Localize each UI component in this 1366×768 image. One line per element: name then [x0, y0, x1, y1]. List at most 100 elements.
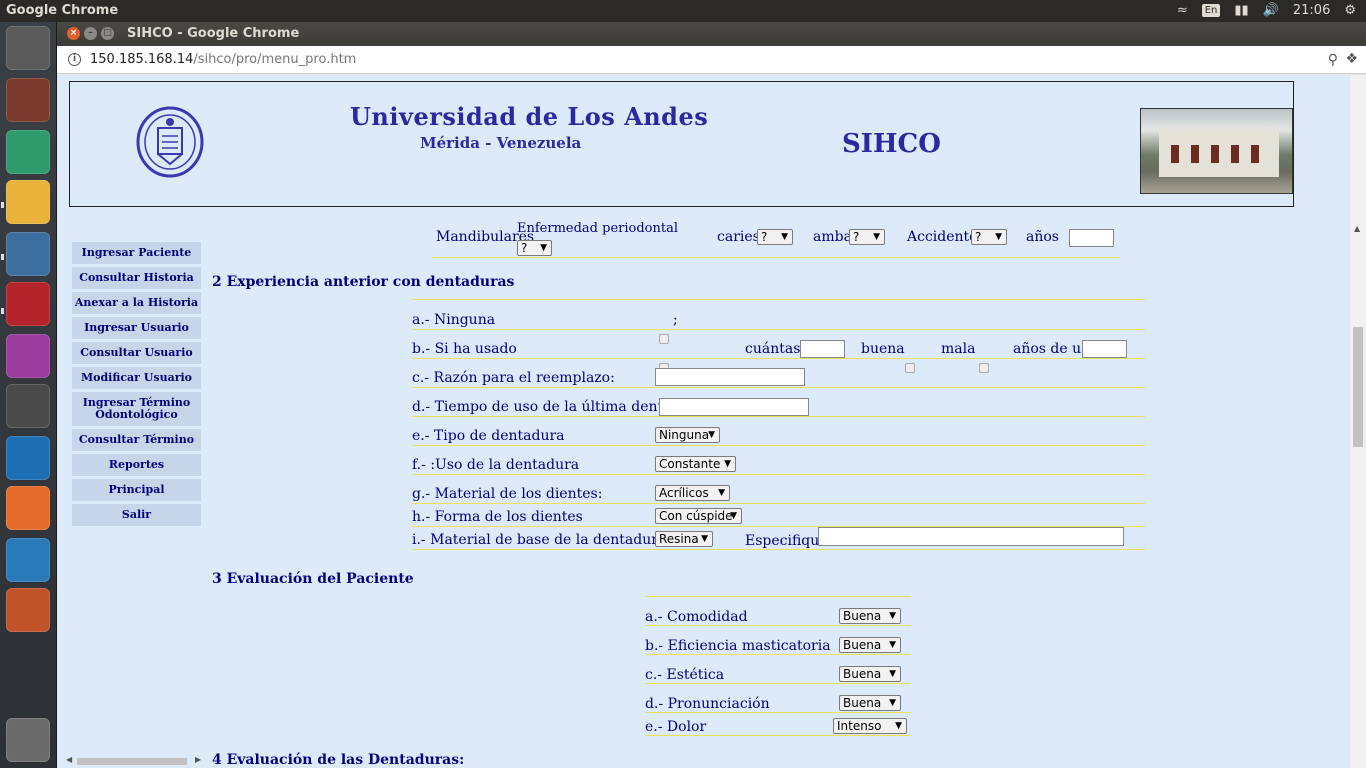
eficiencia-select[interactable]: Buena ▼ [839, 637, 901, 653]
menu-anexar-historia[interactable]: Anexar a la Historia [72, 292, 201, 317]
chevron-down-icon: ▼ [889, 669, 896, 679]
horizontal-scrollbar[interactable]: ◀ ▶ [64, 754, 204, 768]
postman-icon[interactable] [6, 486, 50, 530]
comodidad-select[interactable]: Buena ▼ [839, 608, 901, 624]
dolor-value: Intenso [837, 719, 882, 733]
anos-de-uso-input[interactable] [1082, 340, 1127, 358]
estetica-label: c.- Estética [645, 667, 725, 683]
buena-checkbox[interactable] [905, 363, 915, 373]
enfermedad-periodontal-select[interactable]: ? ▼ [517, 240, 552, 256]
site-info-icon[interactable]: i [68, 53, 81, 66]
campus-photo [1140, 108, 1293, 194]
keyboard-layout-indicator[interactable]: En [1201, 4, 1221, 17]
address-bar[interactable]: i 150.185.168.14/sihco/pro/menu_pro.htm … [57, 46, 1366, 74]
ninguna-label: a.- Ninguna [412, 312, 496, 328]
chevron-down-icon: ▼ [889, 640, 896, 650]
clock[interactable]: 21:06 [1293, 3, 1330, 18]
chevron-down-icon: ▼ [724, 459, 731, 469]
url-text[interactable]: 150.185.168.14/sihco/pro/menu_pro.htm [90, 52, 356, 67]
maximize-window-button[interactable]: □ [101, 27, 114, 40]
menu-reportes[interactable]: Reportes [72, 454, 201, 479]
ubuntu-dash-icon[interactable] [6, 26, 50, 70]
impress-presentation-icon[interactable] [6, 588, 50, 632]
si-ha-usado-label: b.- Si ha usado [412, 341, 517, 357]
files-icon[interactable] [6, 78, 50, 122]
postgres-elephant-icon[interactable] [6, 232, 50, 276]
side-menu: Ingresar Paciente Consultar Historia Ane… [72, 242, 201, 529]
atom-icon[interactable] [6, 130, 50, 174]
menu-ingresar-usuario[interactable]: Ingresar Usuario [72, 317, 201, 342]
buena-label: buena [861, 341, 905, 357]
tipo-dentadura-select[interactable]: Ninguna ▼ [655, 427, 720, 443]
minimize-window-button[interactable]: – [84, 27, 97, 40]
razon-reemplazo-input[interactable] [655, 368, 805, 386]
anos-input[interactable] [1069, 229, 1114, 247]
especifique-textarea[interactable] [818, 527, 1124, 546]
page-content: Universidad de Los Andes Mérida - Venezu… [57, 75, 1350, 768]
chevron-down-icon: ▼ [781, 232, 788, 242]
material-base-select[interactable]: Resina ▼ [655, 531, 713, 547]
university-location: Mérida - Venezuela [420, 134, 582, 152]
menu-principal[interactable]: Principal [72, 479, 201, 504]
ambas-select[interactable]: ? ▼ [849, 229, 885, 245]
vscode-icon[interactable] [6, 436, 50, 480]
material-dientes-select[interactable]: Acrílicos ▼ [655, 485, 730, 501]
forma-dientes-select[interactable]: Con cúspide ▼ [655, 508, 742, 524]
vertical-scrollbar[interactable]: ▲ [1350, 75, 1366, 768]
system-name: SIHCO [842, 129, 941, 159]
extension-pin-icon[interactable]: ❖ [1345, 51, 1358, 67]
university-seal-icon [136, 106, 204, 178]
mala-checkbox[interactable] [979, 363, 989, 373]
launcher [0, 22, 57, 768]
forma-dientes-label: h.- Forma de los dientes [412, 509, 583, 525]
pronunciacion-label: d.- Pronunciación [645, 696, 770, 712]
pronunciacion-select[interactable]: Buena ▼ [839, 695, 901, 711]
sublime-text-icon[interactable] [6, 384, 50, 428]
active-app-title: Google Chrome [6, 3, 119, 18]
scroll-up-arrow-icon[interactable]: ▲ [1354, 224, 1360, 233]
accidente-select[interactable]: ? ▼ [971, 229, 1007, 245]
terminal-red-icon[interactable] [6, 282, 50, 326]
razon-reemplazo-label: c.- Razón para el reemplazo: [412, 370, 615, 386]
estetica-select[interactable]: Buena ▼ [839, 666, 901, 682]
chevron-down-icon: ▼ [718, 488, 725, 498]
uso-dentadura-select[interactable]: Constante ▼ [655, 456, 736, 472]
menu-modificar-usuario[interactable]: Modificar Usuario [72, 367, 201, 392]
dolor-select[interactable]: Intenso ▼ [833, 718, 907, 734]
zoom-icon[interactable]: ⚲ [1328, 52, 1338, 68]
menu-consultar-historia[interactable]: Consultar Historia [72, 267, 201, 292]
chrome-icon[interactable] [6, 180, 50, 224]
chevron-down-icon: ▼ [540, 243, 547, 253]
scroll-right-arrow-icon[interactable]: ▶ [195, 755, 201, 764]
battery-icon[interactable]: ▮▮ [1234, 3, 1248, 18]
menu-ingresar-termino[interactable]: Ingresar Término Odontológico [72, 392, 201, 429]
enfermedad-periodontal-value: ? [521, 241, 528, 255]
scroll-left-arrow-icon[interactable]: ◀ [66, 755, 72, 764]
menu-salir[interactable]: Salir [72, 504, 201, 529]
mala-label: mala [941, 341, 976, 357]
vertical-scroll-thumb[interactable] [1353, 327, 1363, 447]
caries-label: caries [717, 229, 760, 245]
cuantas-input[interactable] [800, 340, 845, 358]
horizontal-scroll-thumb[interactable] [77, 758, 187, 765]
purple-app-icon[interactable] [6, 334, 50, 378]
comodidad-value: Buena [843, 609, 882, 623]
writer-doc-icon[interactable] [6, 538, 50, 582]
ninguna-checkbox[interactable] [659, 334, 669, 344]
tiempo-uso-input[interactable] [659, 398, 809, 416]
material-base-label: i.- Material de base de la dentadura: [412, 532, 672, 548]
wifi-icon[interactable]: ≈ [1177, 3, 1188, 18]
material-dientes-label: g.- Material de los dientes: [412, 486, 603, 502]
volume-icon[interactable]: 🔊 [1263, 3, 1279, 18]
menu-consultar-termino[interactable]: Consultar Término [72, 429, 201, 454]
browser-window: × – □ SIHCO - Google Chrome i 150.185.16… [57, 22, 1366, 768]
gear-icon[interactable]: ⚙ [1344, 3, 1356, 18]
trash-icon[interactable] [6, 718, 50, 762]
window-title: SIHCO - Google Chrome [127, 26, 300, 41]
close-window-button[interactable]: × [67, 27, 80, 40]
section-2-title: 2 Experiencia anterior con dentaduras [212, 274, 515, 290]
pronunciacion-value: Buena [843, 696, 882, 710]
caries-select[interactable]: ? ▼ [757, 229, 793, 245]
menu-ingresar-paciente[interactable]: Ingresar Paciente [72, 242, 201, 267]
menu-consultar-usuario[interactable]: Consultar Usuario [72, 342, 201, 367]
